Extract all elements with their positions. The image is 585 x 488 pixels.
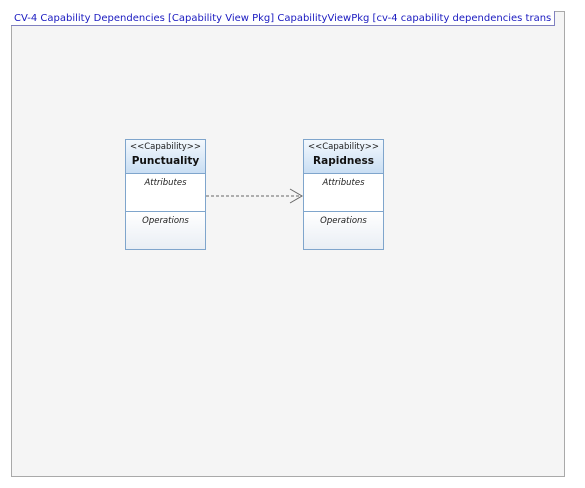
dependency-connector[interactable] [0,0,585,488]
